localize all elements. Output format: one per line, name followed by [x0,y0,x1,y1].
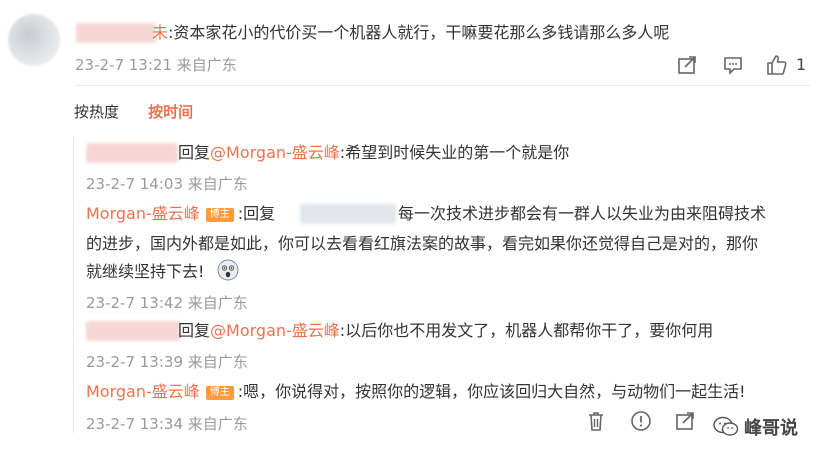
username-suffix[interactable]: 未 [152,23,168,42]
watermark-text: 峰哥说 [744,418,798,439]
comment-icon[interactable] [722,54,744,76]
blogger-badge: 博主 [205,208,234,222]
divider [75,85,810,86]
author-link[interactable]: Morgan-盛云峰 [86,382,200,401]
tab-time[interactable]: 按时间 [148,103,193,121]
delete-icon[interactable] [586,410,606,432]
share-icon[interactable] [674,410,696,432]
comment-meta: 23-2-7 13:21 来自广东 [75,56,237,74]
reply-text: 回复@Morgan-盛云峰:以后你也不用发文了，机器人都帮你干了，要你何用 [178,321,714,340]
like-count: 1 [796,55,807,74]
reply-text-line2: 的进步，国内外都是如此，你可以去看看红旗法案的故事，看完如果你还觉得自己是对的，… [86,234,759,253]
reply-text: 回复@Morgan-盛云峰:希望到时候失业的第一个就是你 [178,143,570,162]
reply-text: Morgan-盛云峰 博主:嗯，你说得对，按照你的逻辑，你应该回归大自然，与动物们… [86,382,746,401]
blogger-badge: 博主 [205,386,234,400]
comment-text: 未:资本家花小的代价买一个机器人就行，干嘛要花那么多钱请那么多人呢 [152,23,670,42]
username-redacted[interactable] [86,143,178,163]
reply-meta: 23-2-7 13:39 来自广东 [86,353,248,371]
reply-text-cont: 每一次技术进步都会有一群人以失业为由来阻碍技术 [398,204,767,223]
username-redacted[interactable] [76,23,156,43]
reply-text-line3: 就继续坚持下去! [86,262,205,281]
avatar[interactable] [8,14,60,66]
tab-hot[interactable]: 按热度 [74,103,119,121]
author-link[interactable]: Morgan-盛云峰 [86,204,200,223]
mention-link[interactable]: @Morgan-盛云峰 [210,143,340,162]
like-icon[interactable] [765,53,789,77]
mention-link[interactable]: @Morgan-盛云峰 [210,321,340,340]
sort-tabs: 按热度 按时间 [74,101,193,122]
reply-thread-line [73,137,74,433]
shocked-emoji-icon [217,259,239,281]
reply-meta: 23-2-7 14:03 来自广东 [86,175,248,193]
reply-meta: 23-2-7 13:34 来自广东 [86,415,248,433]
reply-meta: 23-2-7 13:42 来自广东 [86,294,248,312]
watermark: 峰哥说 [712,414,798,440]
share-icon[interactable] [676,54,698,76]
wechat-logo-icon [713,416,739,436]
reply-text: Morgan-盛云峰 博主:回复 [86,204,276,223]
username-redacted[interactable] [300,204,396,224]
username-redacted[interactable] [86,321,180,341]
report-icon[interactable] [630,410,652,432]
